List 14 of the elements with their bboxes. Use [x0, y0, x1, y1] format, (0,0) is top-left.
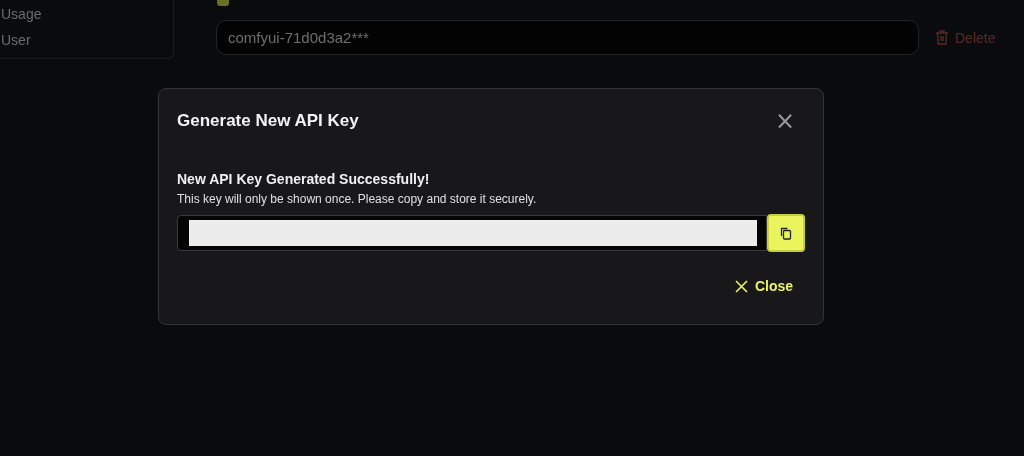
copy-icon	[780, 226, 793, 240]
description-text: This key will only be shown once. Please copy and store it securely.	[177, 192, 538, 206]
close-button[interactable]: ×	[774, 111, 805, 131]
close-icon	[734, 279, 748, 293]
trash-icon	[935, 30, 949, 45]
api-key-field[interactable]: comfyui-71d0d3a2***	[216, 20, 919, 55]
key-icon	[216, 0, 230, 6]
api-key-field[interactable]	[177, 215, 768, 251]
close-button[interactable]: Close	[734, 278, 793, 294]
copy-button[interactable]	[767, 214, 805, 252]
dialog-title: Generate New API Key	[177, 111, 359, 131]
success-heading: New API Key Generated Successfully!	[177, 171, 431, 187]
sidebar-item[interactable]: User	[0, 32, 173, 48]
sidebar-item[interactable]: Usage	[0, 6, 173, 22]
